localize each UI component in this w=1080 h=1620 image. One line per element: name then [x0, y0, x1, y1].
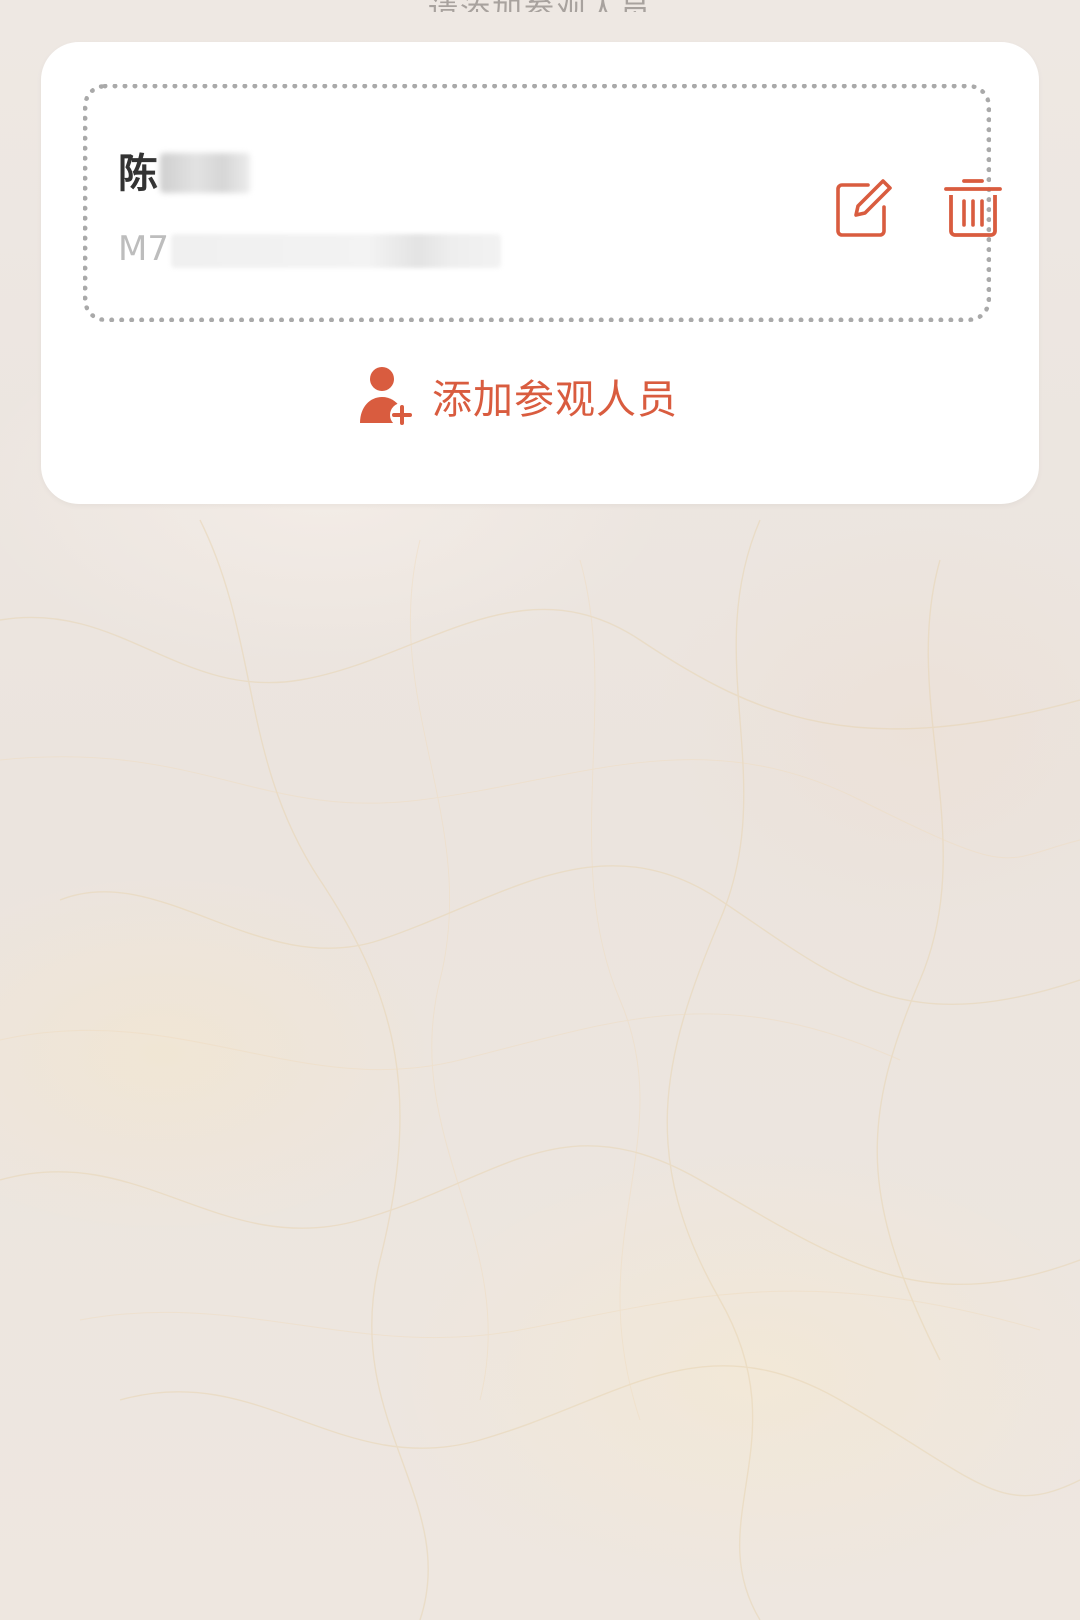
top-hint-text: 请添加参观人员	[0, 0, 1080, 12]
visitor-entry: 陈 M7	[83, 84, 1002, 322]
visitor-id-prefix: M7	[118, 229, 169, 269]
visitor-name-blur	[160, 153, 250, 193]
visitor-id-row: M7	[118, 229, 501, 269]
edit-visitor-button[interactable]	[832, 175, 898, 241]
add-person-icon	[360, 367, 414, 427]
visitor-id-blur	[170, 233, 501, 268]
add-visitor-label: 添加参观人员	[432, 377, 678, 423]
edit-icon	[836, 179, 892, 237]
visitor-name: 陈	[118, 151, 158, 197]
trash-icon	[944, 179, 1002, 237]
visitor-name-row: 陈	[118, 151, 250, 197]
add-visitor-button[interactable]: 添加参观人员	[41, 360, 1039, 432]
delete-visitor-button[interactable]	[940, 173, 1006, 239]
visitor-card: 陈 M7 添加参观人员	[41, 42, 1039, 504]
